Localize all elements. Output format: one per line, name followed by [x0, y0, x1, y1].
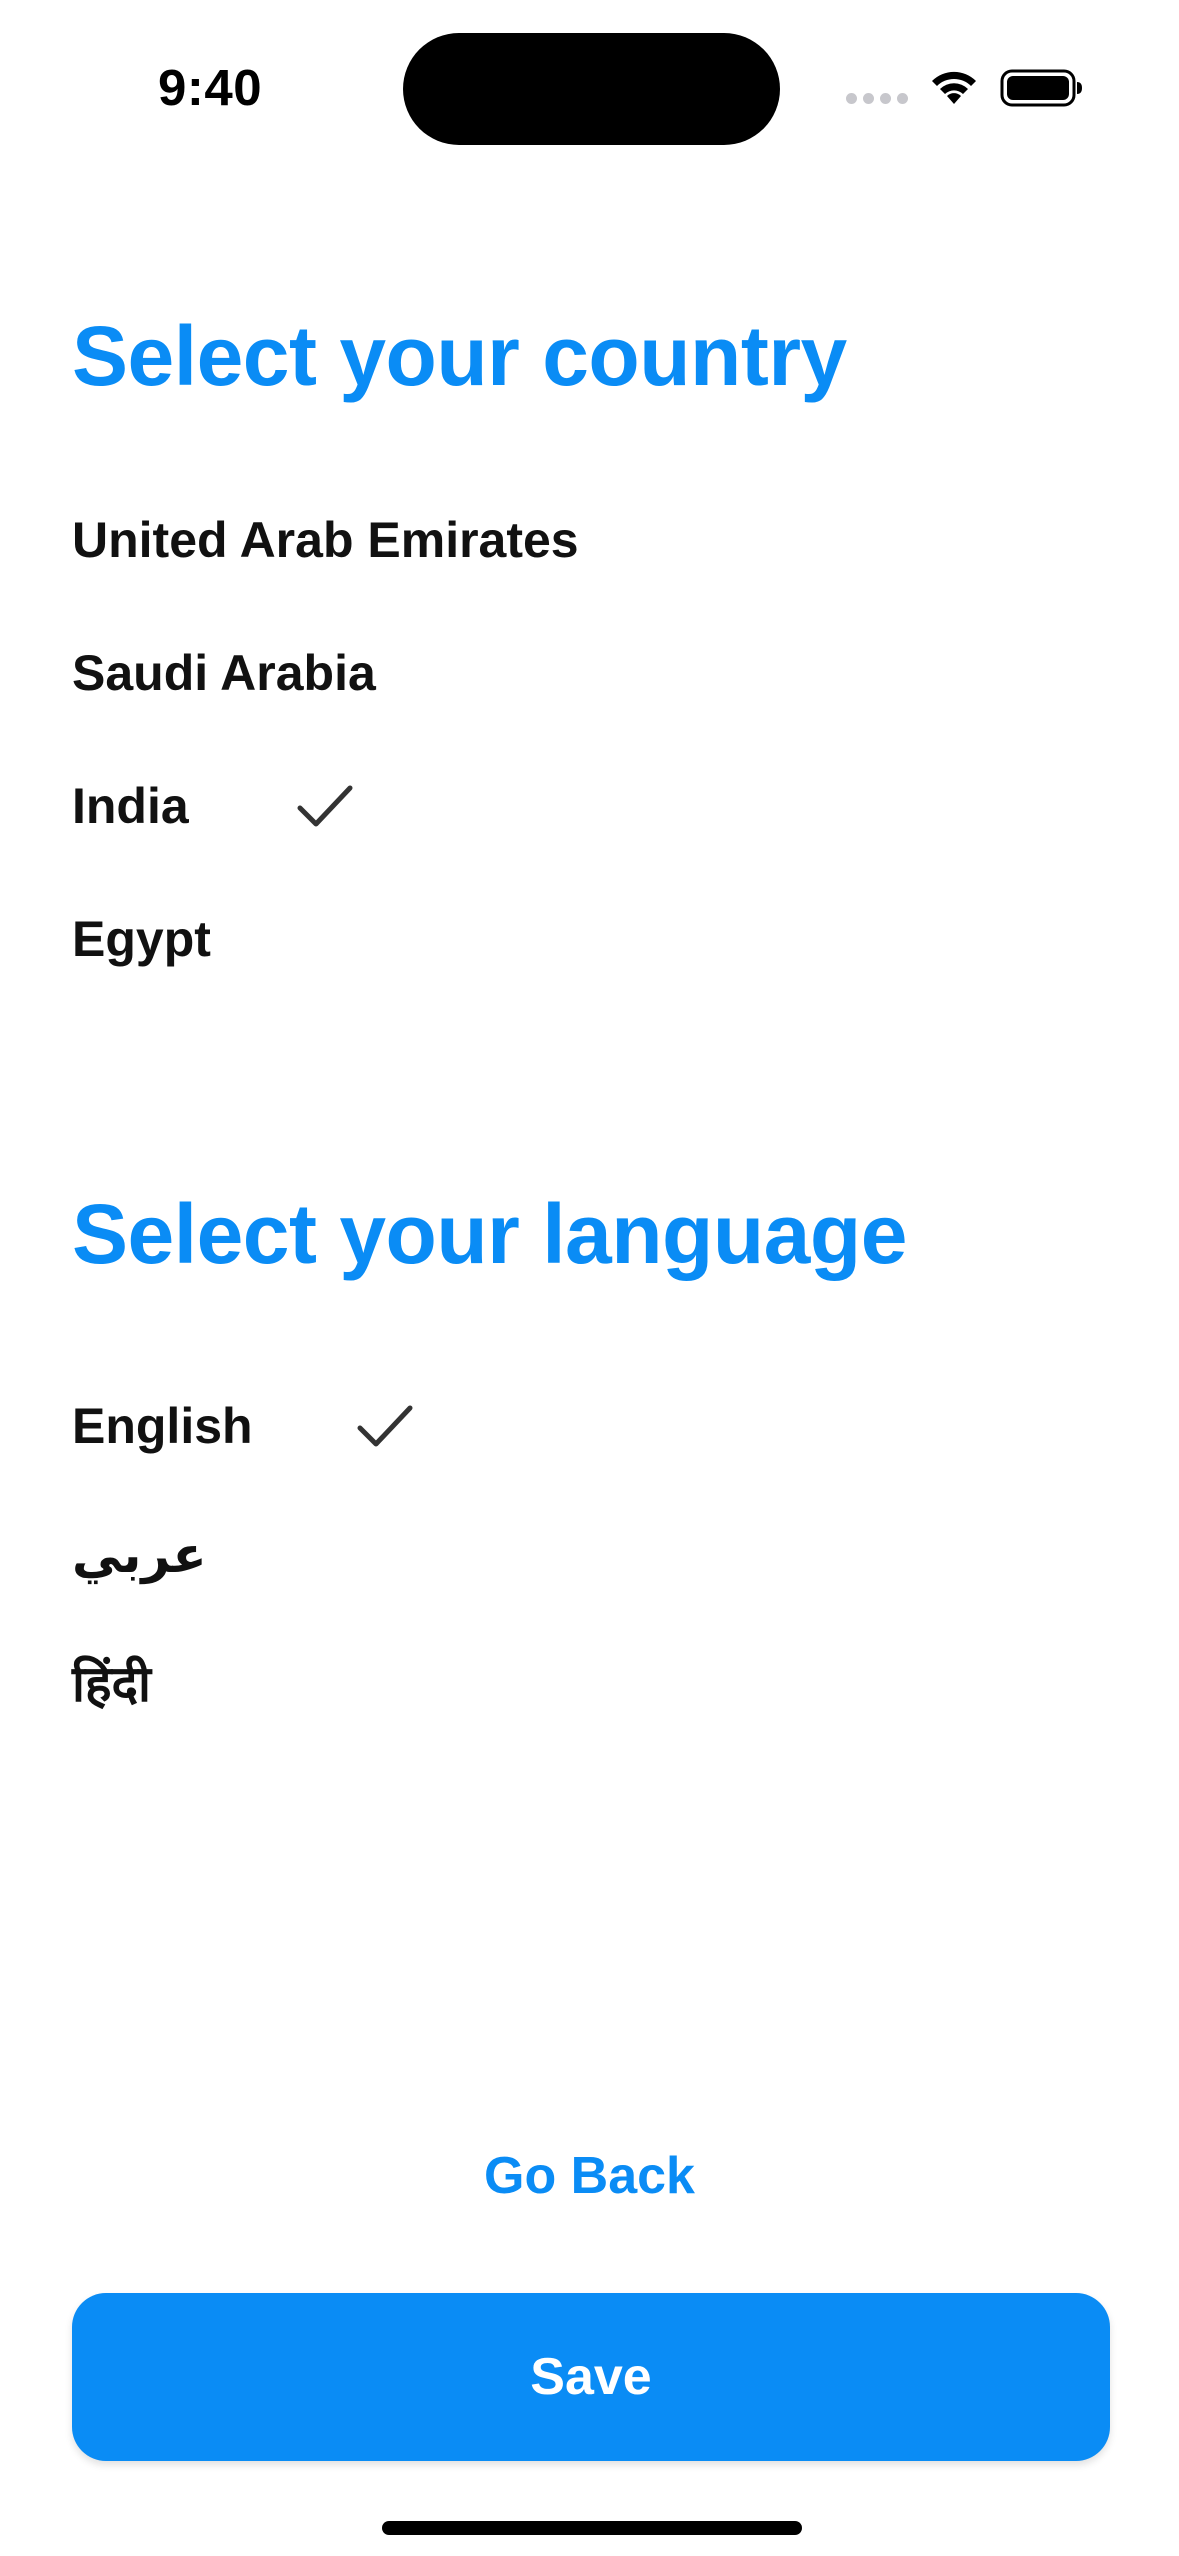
language-option-english[interactable]: English — [72, 1386, 432, 1466]
language-option-hindi[interactable]: हिंदी — [72, 1642, 151, 1722]
country-option-united-arab-emirates[interactable]: United Arab Emirates — [72, 500, 579, 580]
country-section-title: Select your country — [72, 309, 847, 403]
language-option-label: عربي — [72, 1527, 207, 1583]
country-option-india[interactable]: India — [72, 766, 372, 846]
wifi-icon — [932, 71, 976, 104]
save-button[interactable]: Save — [72, 2293, 1110, 2461]
language-option-arabic[interactable]: عربي — [72, 1515, 207, 1595]
country-option-label: Egypt — [72, 911, 211, 967]
language-option-label: हिंदी — [72, 1656, 151, 1712]
go-back-button[interactable]: Go Back — [0, 2146, 1179, 2206]
country-option-label: Saudi Arabia — [72, 645, 376, 701]
country-option-egypt[interactable]: Egypt — [72, 899, 211, 979]
status-time: 9:40 — [158, 59, 263, 116]
battery-icon — [1000, 69, 1082, 107]
country-option-saudi-arabia[interactable]: Saudi Arabia — [72, 633, 376, 713]
language-section-title: Select your language — [72, 1187, 907, 1281]
country-option-label: United Arab Emirates — [72, 512, 579, 568]
dynamic-island — [403, 33, 780, 145]
checkmark-icon — [297, 785, 353, 827]
home-indicator[interactable] — [382, 2521, 802, 2535]
language-option-label: English — [72, 1398, 253, 1454]
country-option-label: India — [72, 778, 189, 834]
cellular-signal-icon — [846, 93, 908, 104]
checkmark-icon — [357, 1405, 413, 1447]
